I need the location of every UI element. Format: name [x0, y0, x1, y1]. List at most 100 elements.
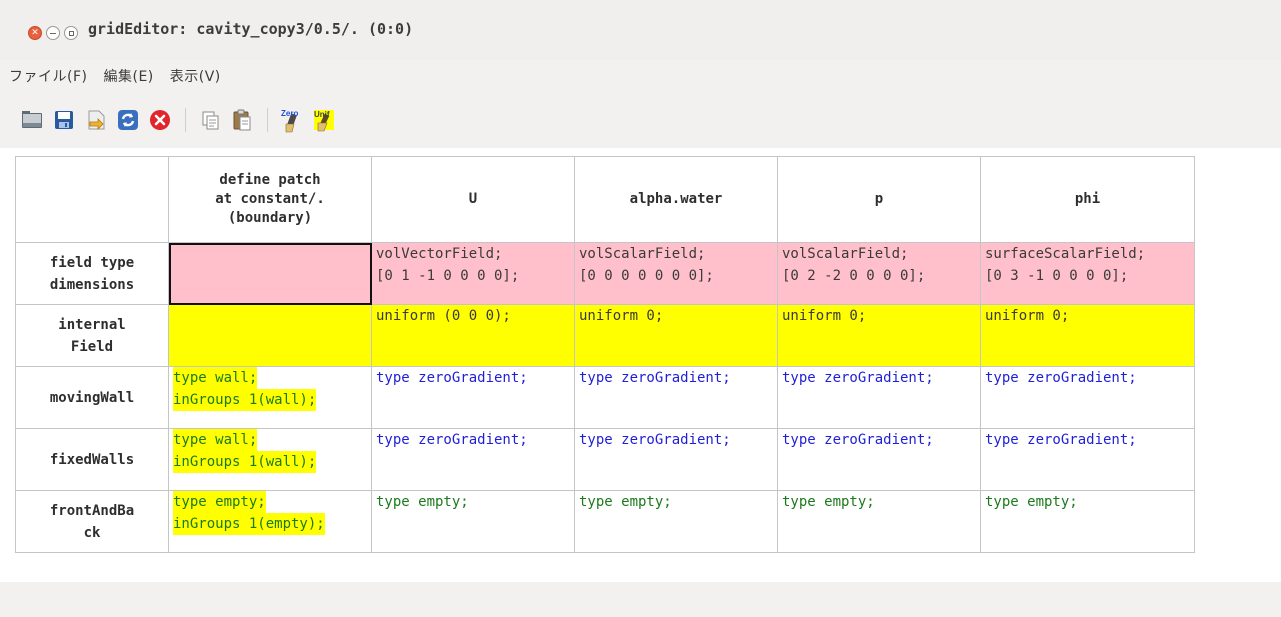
row-header[interactable]: internal Field — [15, 304, 169, 367]
row-header-label: movingWall — [49, 389, 135, 406]
grid-cell[interactable]: type wall; inGroups 1(wall); — [168, 428, 372, 491]
grid-cell[interactable]: type zeroGradient; — [980, 366, 1195, 429]
cell-text-highlight: inGroups 1(empty); — [173, 513, 325, 535]
grid-cell[interactable]: type zeroGradient; — [574, 428, 778, 491]
unif-brush-icon: Unif — [314, 110, 334, 132]
table-row: frontAndBa ck type empty; inGroups 1(empty)… — [15, 490, 1195, 553]
cell-text-line: type wall; — [173, 367, 371, 389]
column-header-label: phi — [1074, 191, 1101, 207]
paste-button[interactable] — [228, 106, 256, 134]
field-grid-table: define patch at constant/. (boundary) Ualph… — [15, 156, 1195, 553]
title-bar: ✕ gridEditor: cavity_copy3/0.5/. (0:0) — [0, 0, 1281, 60]
grid-cell[interactable]: type empty; inGroups 1(empty); — [168, 490, 372, 553]
reload-icon — [118, 110, 138, 130]
cell-text-line: type empty; — [782, 494, 875, 510]
window-title: gridEditor: cavity_copy3/0.5/. (0:0) — [88, 20, 414, 38]
save-button[interactable] — [50, 106, 78, 134]
save-icon — [55, 111, 73, 129]
toolbar-separator — [185, 108, 186, 132]
row-header[interactable]: field type dimensions — [15, 242, 169, 305]
toolbar-separator — [267, 108, 268, 132]
open-button[interactable] — [18, 106, 46, 134]
row-header[interactable]: movingWall — [15, 366, 169, 429]
grid-cell[interactable]: volScalarField; [0 0 0 0 0 0 0]; — [574, 242, 778, 305]
grid-area: define patch at constant/. (boundary) Ualph… — [0, 148, 1281, 582]
window-minimize-icon[interactable] — [46, 26, 60, 40]
column-header-label: alpha.water — [629, 191, 723, 207]
grid-cell[interactable]: type wall; inGroups 1(wall); — [168, 366, 372, 429]
save-as-button[interactable] — [82, 106, 110, 134]
grid-cell[interactable]: uniform 0; — [980, 304, 1195, 367]
copy-button[interactable] — [196, 106, 224, 134]
cell-text-line: uniform (0 0 0); — [376, 308, 511, 324]
cell-text-highlight: type empty; — [173, 491, 266, 513]
menu-view[interactable]: 表示(V) — [162, 66, 229, 86]
grid-cell[interactable]: type empty; — [777, 490, 981, 553]
grid-cell[interactable]: type zeroGradient; — [777, 428, 981, 491]
status-area — [0, 582, 1281, 617]
unif-button[interactable]: Unif — [310, 106, 338, 134]
column-header[interactable]: phi — [980, 156, 1195, 243]
grid-cell[interactable]: volScalarField; [0 2 -2 0 0 0 0]; — [777, 242, 981, 305]
column-header[interactable]: alpha.water — [574, 156, 778, 243]
cell-text-line: type empty; — [376, 494, 469, 510]
cell-text-line: volScalarField; — [782, 246, 909, 262]
cell-text-line: inGroups 1(wall); — [173, 389, 371, 411]
grid-header-row: define patch at constant/. (boundary) Ualph… — [15, 156, 1195, 243]
cell-text-line: type empty; — [173, 491, 371, 513]
grid-cell[interactable]: uniform (0 0 0); — [371, 304, 575, 367]
grid-cell[interactable]: type zeroGradient; — [574, 366, 778, 429]
grid-cell[interactable]: type empty; — [574, 490, 778, 553]
cell-text-highlight: type wall; — [173, 429, 258, 451]
column-header[interactable]: U — [371, 156, 575, 243]
grid-cell[interactable]: type zeroGradient; — [371, 366, 575, 429]
reload-button[interactable] — [114, 106, 142, 134]
grid-cell[interactable]: surfaceScalarField; [0 3 -1 0 0 0 0]; — [980, 242, 1195, 305]
cell-text-line: type zeroGradient; — [376, 432, 528, 448]
cell-text-line: [0 0 0 0 0 0 0]; — [579, 268, 714, 284]
grid-cell[interactable]: type empty; — [371, 490, 575, 553]
row-header[interactable]: fixedWalls — [15, 428, 169, 491]
grid-cell[interactable]: type zeroGradient; — [980, 428, 1195, 491]
grid-corner-cell — [15, 156, 169, 243]
window-maximize-icon[interactable] — [64, 26, 78, 40]
column-header-label: define patch — [219, 172, 321, 188]
grid-cell[interactable]: uniform 0; — [777, 304, 981, 367]
close-button[interactable] — [146, 106, 174, 134]
grid-cell[interactable]: type empty; — [980, 490, 1195, 553]
cell-text-line: uniform 0; — [782, 308, 867, 324]
toolbar: Zero Unif — [0, 100, 1281, 140]
grid-cell[interactable] — [168, 242, 372, 305]
cell-text-line: type zeroGradient; — [579, 432, 731, 448]
window-close-icon[interactable]: ✕ — [28, 26, 42, 40]
row-header[interactable]: frontAndBa ck — [15, 490, 169, 553]
column-header-label: at constant/. — [215, 191, 325, 207]
column-header[interactable]: define patch at constant/. (boundary) — [168, 156, 372, 243]
paste-icon — [233, 109, 251, 131]
open-folder-icon — [22, 111, 42, 128]
save-as-icon — [88, 110, 105, 130]
cell-text-line: type zeroGradient; — [985, 432, 1137, 448]
cell-text-line: uniform 0; — [579, 308, 664, 324]
row-header-label: fixedWalls — [49, 451, 135, 468]
column-header-label: p — [874, 191, 884, 207]
table-row: internal Field uniform (0 0 0); uniform 0; u… — [15, 304, 1195, 367]
cell-text-line: uniform 0; — [985, 308, 1070, 324]
grid-cell[interactable]: volVectorField; [0 1 -1 0 0 0 0]; — [371, 242, 575, 305]
grid-cell[interactable]: type zeroGradient; — [777, 366, 981, 429]
cell-text-line: surfaceScalarField; — [985, 246, 1146, 262]
column-header[interactable]: p — [777, 156, 981, 243]
cell-text-highlight: type wall; — [173, 367, 258, 389]
menu-edit[interactable]: 編集(E) — [95, 66, 161, 86]
zero-button[interactable]: Zero — [278, 106, 306, 134]
cell-text-line: type zeroGradient; — [985, 370, 1137, 386]
row-header-label: ck — [83, 524, 101, 541]
row-header-label: dimensions — [49, 276, 135, 293]
row-header-label: Field — [70, 338, 114, 355]
grid-cell[interactable]: type zeroGradient; — [371, 428, 575, 491]
table-row: fixedWalls type wall; inGroups 1(wall); typ… — [15, 428, 1195, 491]
grid-cell[interactable]: uniform 0; — [574, 304, 778, 367]
grid-cell[interactable] — [168, 304, 372, 367]
menu-file[interactable]: ファイル(F) — [0, 66, 95, 86]
row-header-label: field type — [49, 254, 135, 271]
